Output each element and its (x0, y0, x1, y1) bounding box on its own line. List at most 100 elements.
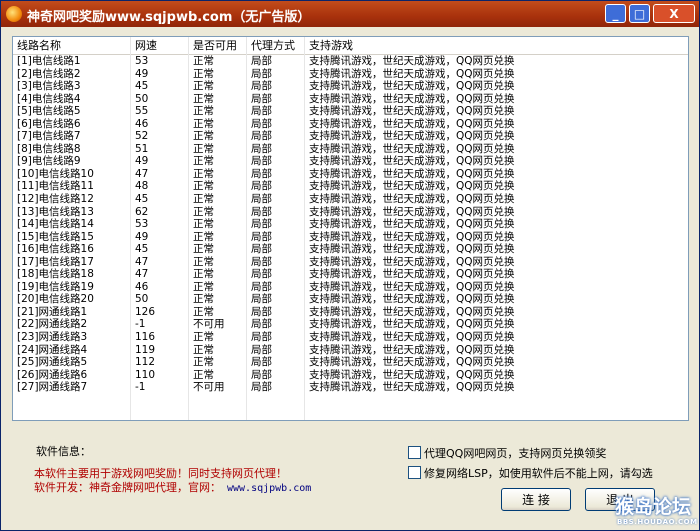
proxy-mode-cell: 局部 (251, 67, 272, 80)
proxy-mode-cell: 局部 (251, 293, 272, 306)
website-link[interactable]: www.sqjpwb.com (227, 483, 311, 494)
connect-button[interactable]: 连 接 (501, 488, 571, 511)
list-row[interactable]: [12]电信线路12 45 正常 局部 支持腾讯游戏，世纪天成游戏，QQ网页兑换 (13, 193, 688, 206)
close-button[interactable]: X (653, 4, 695, 23)
list-row[interactable]: [16]电信线路16 45 正常 局部 支持腾讯游戏，世纪天成游戏，QQ网页兑换 (13, 243, 688, 256)
route-name-cell: [27]网通线路7 (17, 381, 88, 394)
supported-games-cell: 支持腾讯游戏，世纪天成游戏，QQ网页兑换 (309, 356, 515, 369)
list-row[interactable]: [3]电信线路3 45 正常 局部 支持腾讯游戏，世纪天成游戏，QQ网页兑换 (13, 80, 688, 93)
availability-cell: 正常 (193, 130, 214, 143)
column-header-available[interactable]: 是否可用 (189, 38, 247, 54)
list-row[interactable]: [27]网通线路7 -1 不可用 局部 支持腾讯游戏，世纪天成游戏，QQ网页兑换 (13, 381, 688, 394)
availability-cell: 正常 (193, 356, 214, 369)
availability-cell: 正常 (193, 167, 214, 180)
list-row[interactable]: [23]网通线路3 116 正常 局部 支持腾讯游戏，世纪天成游戏，QQ网页兑换 (13, 331, 688, 344)
route-name-cell: [24]网通线路4 (17, 343, 88, 356)
proxy-mode-cell: 局部 (251, 193, 272, 206)
availability-cell: 正常 (193, 268, 214, 281)
supported-games-cell: 支持腾讯游戏，世纪天成游戏，QQ网页兑换 (309, 331, 515, 344)
list-row[interactable]: [14]电信线路14 53 正常 局部 支持腾讯游戏，世纪天成游戏，QQ网页兑换 (13, 218, 688, 231)
proxy-mode-cell: 局部 (251, 205, 272, 218)
proxy-qq-web-checkbox[interactable]: 代理QQ网吧网页，支持网页兑换领奖 (408, 445, 668, 461)
list-row[interactable]: [7]电信线路7 52 正常 局部 支持腾讯游戏，世纪天成游戏，QQ网页兑换 (13, 130, 688, 143)
proxy-mode-cell: 局部 (251, 255, 272, 268)
list-row[interactable]: [22]网通线路2 -1 不可用 局部 支持腾讯游戏，世纪天成游戏，QQ网页兑换 (13, 318, 688, 331)
app-icon (6, 6, 22, 22)
supported-games-cell: 支持腾讯游戏，世纪天成游戏，QQ网页兑换 (309, 180, 515, 193)
supported-games-cell: 支持腾讯游戏，世纪天成游戏，QQ网页兑换 (309, 343, 515, 356)
proxy-mode-cell: 局部 (251, 343, 272, 356)
speed-cell: 45 (135, 80, 149, 93)
proxy-qq-web-label[interactable]: 代理QQ网吧网页，支持网页兑换领奖 (424, 445, 606, 461)
supported-games-cell: 支持腾讯游戏，世纪天成游戏，QQ网页兑换 (309, 92, 515, 105)
repair-lsp-checkbox[interactable]: 修复网络LSP，如使用软件后不能上网，请勾选 (408, 465, 668, 481)
list-row[interactable]: [8]电信线路8 51 正常 局部 支持腾讯游戏，世纪天成游戏，QQ网页兑换 (13, 143, 688, 156)
repair-lsp-label[interactable]: 修复网络LSP，如使用软件后不能上网，请勾选 (424, 465, 653, 481)
supported-games-cell: 支持腾讯游戏，世纪天成游戏，QQ网页兑换 (309, 305, 515, 318)
list-row[interactable]: [19]电信线路19 46 正常 局部 支持腾讯游戏，世纪天成游戏，QQ网页兑换 (13, 281, 688, 294)
speed-cell: 47 (135, 255, 149, 268)
route-list[interactable]: 线路名称 网速 是否可用 代理方式 支持游戏 [1]电信线路1 53 正常 局部 支持腾… (12, 36, 689, 421)
proxy-mode-cell: 局部 (251, 280, 272, 293)
supported-games-cell: 支持腾讯游戏，世纪天成游戏，QQ网页兑换 (309, 105, 515, 118)
list-rows: [1]电信线路1 53 正常 局部 支持腾讯游戏，世纪天成游戏，QQ网页兑换 [2]电信线… (13, 55, 688, 394)
window-title: 神奇网吧奖励www.sqjpwb.com（无广告版） (27, 10, 311, 25)
checkbox-box[interactable] (408, 466, 421, 479)
availability-cell: 正常 (193, 255, 214, 268)
list-row[interactable]: [25]网通线路5 112 正常 局部 支持腾讯游戏，世纪天成游戏，QQ网页兑换 (13, 356, 688, 369)
speed-cell: 46 (135, 280, 149, 293)
supported-games-cell: 支持腾讯游戏，世纪天成游戏，QQ网页兑换 (309, 167, 515, 180)
list-row[interactable]: [21]网通线路1 126 正常 局部 支持腾讯游戏，世纪天成游戏，QQ网页兑换 (13, 306, 688, 319)
column-header-speed[interactable]: 网速 (131, 38, 189, 54)
supported-games-cell: 支持腾讯游戏，世纪天成游戏，QQ网页兑换 (309, 218, 515, 231)
list-row[interactable]: [10]电信线路10 47 正常 局部 支持腾讯游戏，世纪天成游戏，QQ网页兑换 (13, 168, 688, 181)
maximize-button[interactable]: □ (629, 4, 650, 23)
list-row[interactable]: [20]电信线路20 50 正常 局部 支持腾讯游戏，世纪天成游戏，QQ网页兑换 (13, 293, 688, 306)
supported-games-cell: 支持腾讯游戏，世纪天成游戏，QQ网页兑换 (309, 243, 515, 256)
speed-cell: 53 (135, 55, 149, 67)
list-row[interactable]: [13]电信线路13 62 正常 局部 支持腾讯游戏，世纪天成游戏，QQ网页兑换 (13, 206, 688, 219)
main-window: 神奇网吧奖励www.sqjpwb.com（无广告版） _ □ X 线路名称 网速… (0, 0, 700, 531)
speed-cell: 47 (135, 268, 149, 281)
speed-cell: 47 (135, 167, 149, 180)
speed-cell: 53 (135, 218, 149, 231)
list-row[interactable]: [18]电信线路18 47 正常 局部 支持腾讯游戏，世纪天成游戏，QQ网页兑换 (13, 268, 688, 281)
speed-cell: 49 (135, 230, 149, 243)
checkbox-box[interactable] (408, 446, 421, 459)
list-row[interactable]: [24]网通线路4 119 正常 局部 支持腾讯游戏，世纪天成游戏，QQ网页兑换 (13, 344, 688, 357)
availability-cell: 正常 (193, 368, 214, 381)
list-row[interactable]: [2]电信线路2 49 正常 局部 支持腾讯游戏，世纪天成游戏，QQ网页兑换 (13, 68, 688, 81)
list-row[interactable]: [4]电信线路4 50 正常 局部 支持腾讯游戏，世纪天成游戏，QQ网页兑换 (13, 93, 688, 106)
list-row[interactable]: [17]电信线路17 47 正常 局部 支持腾讯游戏，世纪天成游戏，QQ网页兑换 (13, 256, 688, 269)
route-name-cell: [7]电信线路7 (17, 130, 81, 143)
route-name-cell: [15]电信线路15 (17, 230, 94, 243)
list-row[interactable]: [6]电信线路6 46 正常 局部 支持腾讯游戏，世纪天成游戏，QQ网页兑换 (13, 118, 688, 131)
list-row[interactable]: [26]网通线路6 110 正常 局部 支持腾讯游戏，世纪天成游戏，QQ网页兑换 (13, 369, 688, 382)
route-name-cell: [6]电信线路6 (17, 117, 81, 130)
developer-text: 软件开发：神奇金牌网吧代理，官网： (34, 481, 221, 494)
speed-cell: 49 (135, 67, 149, 80)
column-header-proxy-mode[interactable]: 代理方式 (247, 38, 305, 54)
availability-cell: 正常 (193, 343, 214, 356)
watermark-logo: 猴岛论坛 BBS.HOUDAO.COM (615, 492, 697, 528)
list-row[interactable]: [5]电信线路5 55 正常 局部 支持腾讯游戏，世纪天成游戏，QQ网页兑换 (13, 105, 688, 118)
speed-cell: 116 (135, 331, 156, 344)
speed-cell: 45 (135, 243, 149, 256)
list-row[interactable]: [11]电信线路11 48 正常 局部 支持腾讯游戏，世纪天成游戏，QQ网页兑换 (13, 180, 688, 193)
speed-cell: 119 (135, 343, 156, 356)
route-name-cell: [16]电信线路16 (17, 243, 94, 256)
proxy-mode-cell: 局部 (251, 318, 272, 331)
list-row[interactable]: [9]电信线路9 49 正常 局部 支持腾讯游戏，世纪天成游戏，QQ网页兑换 (13, 155, 688, 168)
route-name-cell: [22]网通线路2 (17, 318, 88, 331)
minimize-button[interactable]: _ (605, 4, 626, 23)
list-row[interactable]: [1]电信线路1 53 正常 局部 支持腾讯游戏，世纪天成游戏，QQ网页兑换 (13, 55, 688, 68)
column-header-supported-games[interactable]: 支持游戏 (305, 38, 688, 54)
list-row[interactable]: [15]电信线路15 49 正常 局部 支持腾讯游戏，世纪天成游戏，QQ网页兑换 (13, 231, 688, 244)
proxy-mode-cell: 局部 (251, 243, 272, 256)
speed-cell: 55 (135, 105, 149, 118)
proxy-mode-cell: 局部 (251, 218, 272, 231)
title-bar[interactable]: 神奇网吧奖励www.sqjpwb.com（无广告版） _ □ X (1, 1, 699, 27)
column-header-route-name[interactable]: 线路名称 (13, 38, 131, 54)
supported-games-cell: 支持腾讯游戏，世纪天成游戏，QQ网页兑换 (309, 130, 515, 143)
supported-games-cell: 支持腾讯游戏，世纪天成游戏，QQ网页兑换 (309, 55, 515, 67)
